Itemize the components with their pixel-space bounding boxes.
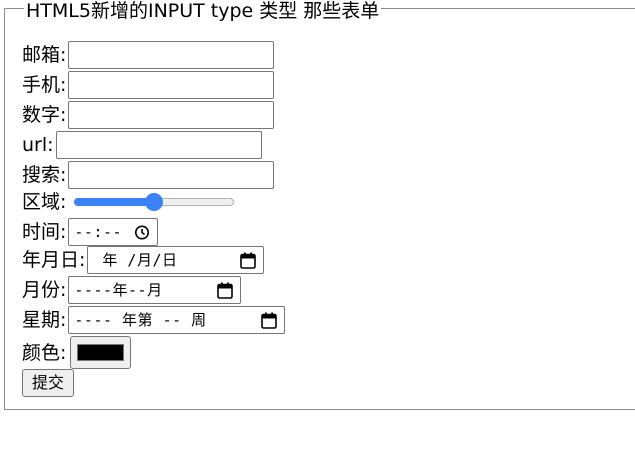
date-placeholder: 年 /月/日 (102, 251, 178, 269)
color-row: 颜色: (22, 336, 132, 369)
range-label: 区域: (22, 191, 67, 213)
submit-button[interactable]: 提交 (22, 369, 74, 397)
time-field[interactable]: --:-- (68, 218, 159, 246)
search-label: 搜索: (22, 164, 67, 186)
range-fill (74, 198, 155, 206)
email-field[interactable] (69, 42, 274, 68)
search-input[interactable] (69, 162, 274, 188)
search-field-box (68, 161, 275, 189)
month-row: 月份: ----年--月 (22, 276, 242, 304)
number-label: 数字: (22, 104, 67, 126)
week-label: 星期: (22, 309, 67, 331)
phone-row: 手机: (22, 71, 275, 99)
calendar-icon[interactable] (261, 312, 278, 329)
phone-field-box (68, 71, 275, 99)
date-label: 年月日: (22, 249, 86, 271)
form-legend: HTML5新增的INPUT type 类型 那些表单 (24, 0, 382, 22)
calendar-icon[interactable] (240, 252, 257, 269)
search-row: 搜索: (22, 161, 275, 189)
email-row: 邮箱: (22, 41, 275, 69)
week-placeholder: ---- 年第 -- 周 (74, 311, 207, 329)
clock-icon[interactable] (134, 224, 150, 241)
range-row: 区域: (22, 191, 235, 213)
week-field[interactable]: ---- 年第 -- 周 (68, 306, 286, 334)
color-label: 颜色: (22, 341, 67, 364)
number-field[interactable] (69, 102, 274, 128)
time-label: 时间: (22, 221, 67, 243)
email-label: 邮箱: (22, 44, 67, 66)
range-slider[interactable] (74, 192, 235, 212)
url-field-box (55, 131, 262, 159)
phone-label: 手机: (22, 74, 67, 96)
url-row: url: (22, 131, 262, 159)
date-row: 年月日: 年 /月/日 (22, 246, 265, 274)
url-label: url: (22, 134, 54, 156)
range-thumb[interactable] (145, 193, 164, 211)
month-placeholder: ----年--月 (74, 281, 163, 299)
color-swatch (77, 344, 125, 361)
color-picker[interactable] (70, 336, 132, 369)
url-field[interactable] (56, 132, 261, 158)
time-placeholder: --:-- (74, 223, 123, 241)
month-label: 月份: (22, 279, 67, 301)
phone-field[interactable] (69, 72, 274, 98)
calendar-icon[interactable] (217, 282, 234, 299)
date-field[interactable]: 年 /月/日 (87, 246, 265, 274)
number-row: 数字: (22, 101, 275, 129)
time-row: 时间: --:-- (22, 218, 159, 246)
week-row: 星期: ---- 年第 -- 周 (22, 306, 286, 334)
email-field-box (68, 41, 275, 69)
number-field-box (68, 101, 275, 129)
month-field[interactable]: ----年--月 (68, 276, 242, 304)
